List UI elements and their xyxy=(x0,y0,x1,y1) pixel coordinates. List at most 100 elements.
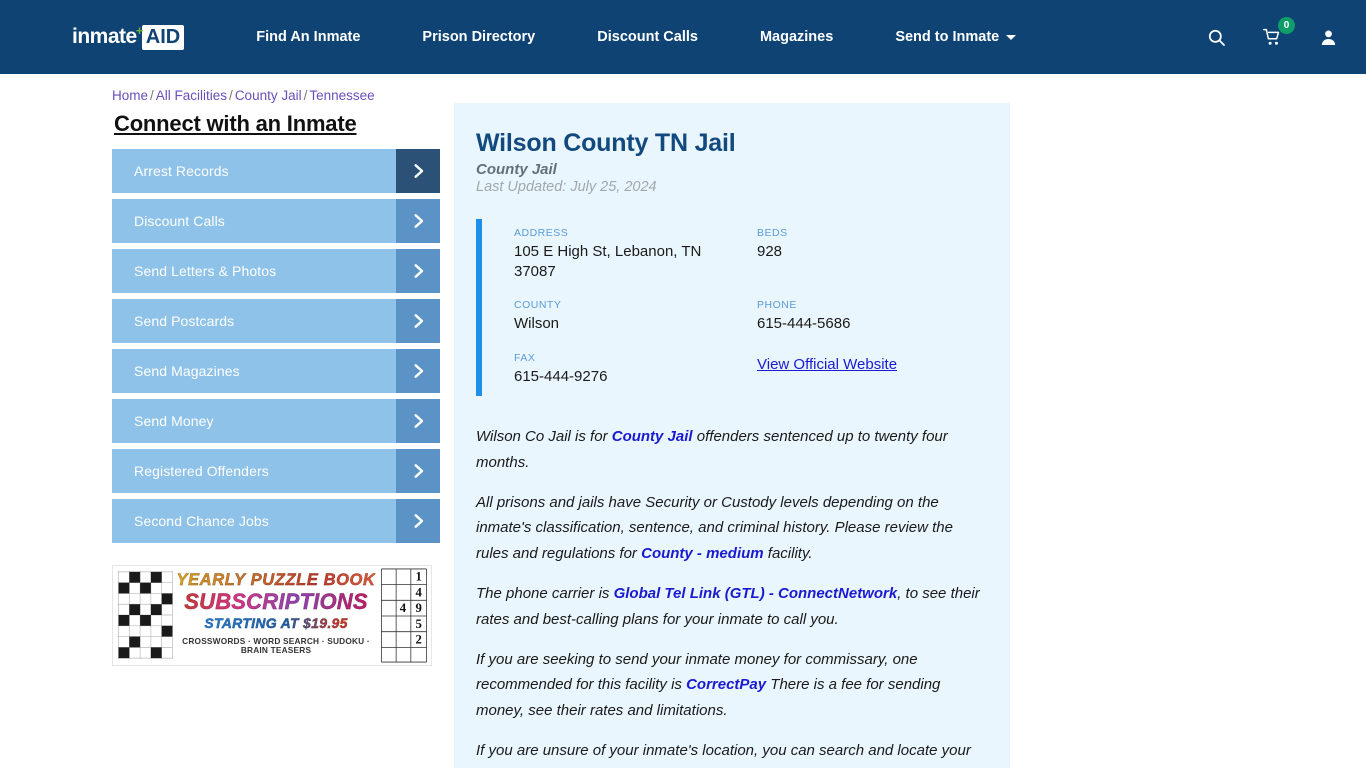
nav-item-send-to-inmate-label: Send to Inmate xyxy=(895,29,1000,45)
info-label: ADDRESS xyxy=(514,227,569,239)
page-title: Wilson County TN Jail xyxy=(476,129,736,157)
facility-info-block: ADDRESS 105 E High St, Lebanon, TN 37087… xyxy=(476,219,980,396)
facility-description: Wilson Co Jail is for County Jail offend… xyxy=(476,424,980,768)
p1-text-a: Wilson Co Jail is for xyxy=(476,428,612,445)
p4-highlight: CorrectPay xyxy=(686,676,767,694)
nav-item-discount-calls[interactable]: Discount Calls xyxy=(597,19,698,55)
breadcrumb-item-tennessee[interactable]: Tennessee xyxy=(309,88,374,103)
sidebar-item-label: Send Money xyxy=(134,413,214,429)
sidebar-item-label: Arrest Records xyxy=(134,163,229,179)
main-navigation: Find An Inmate Prison Directory Discount… xyxy=(256,19,1163,55)
ad-line-1: YEARLY PUZZLE BOOK xyxy=(176,571,376,589)
sidebar-item-send-magazines[interactable]: Send Magazines xyxy=(112,349,440,393)
sudoku-grid-graphic: 14 49 52 xyxy=(375,566,431,665)
description-paragraph-2: All prisons and jails have Security or C… xyxy=(476,490,980,567)
info-value: Wilson xyxy=(514,315,560,332)
info-label: FAX xyxy=(514,351,536,364)
description-paragraph-5: If you are unsure of your inmate's locat… xyxy=(476,738,980,768)
chevron-right-icon xyxy=(396,249,440,293)
svg-text:4: 4 xyxy=(400,601,407,615)
sidebar-item-label: Registered Offenders xyxy=(134,463,269,479)
content-layout: Connect with an Inmate Arrest Records Di… xyxy=(0,103,1366,768)
facility-detail-card: Wilson County TN Jail County Jail Last U… xyxy=(454,103,1010,768)
sidebar-item-label: Send Letters & Photos xyxy=(134,263,277,279)
p2-highlight: County - medium xyxy=(641,545,764,563)
ad-line-3: STARTING AT $19.95 xyxy=(175,616,377,631)
last-updated-text: Last Updated: July 25, 2024 xyxy=(476,179,657,195)
sidebar-item-send-money[interactable]: Send Money xyxy=(112,399,440,443)
sidebar: Connect with an Inmate Arrest Records Di… xyxy=(112,103,440,666)
p2-text-c: facility. xyxy=(763,545,813,563)
svg-text:5: 5 xyxy=(415,617,421,631)
nav-item-magazines[interactable]: Magazines xyxy=(760,19,833,55)
info-label: COUNTY xyxy=(514,299,562,311)
view-official-website-link[interactable]: View Official Website xyxy=(757,356,897,373)
sidebar-item-arrest-records[interactable]: Arrest Records xyxy=(112,149,440,193)
nav-item-prison-directory[interactable]: Prison Directory xyxy=(422,19,535,55)
chevron-right-icon xyxy=(396,349,440,393)
info-value: 105 E High St, Lebanon, TN 37087 xyxy=(514,243,702,280)
sidebar-item-send-letters-photos[interactable]: Send Letters & Photos xyxy=(112,249,440,293)
cart-icon[interactable]: 0 xyxy=(1262,16,1295,47)
chevron-right-icon xyxy=(396,199,440,243)
svg-text:4: 4 xyxy=(415,585,422,599)
info-label: BEDS xyxy=(757,227,788,239)
sidebar-title: Connect with an Inmate xyxy=(114,111,357,136)
breadcrumb: Home / All Facilities / County Jail / Tennesse… xyxy=(0,74,1366,103)
info-value: 928 xyxy=(757,243,783,260)
p3-text-a: The phone carrier is xyxy=(476,584,614,602)
description-paragraph-4: If you are seeking to send your inmate m… xyxy=(476,647,980,724)
site-logo[interactable]: inmate + AID xyxy=(72,22,185,50)
description-paragraph-3: The phone carrier is Global Tel Link (GT… xyxy=(476,581,980,633)
info-address: ADDRESS 105 E High St, Lebanon, TN 37087 xyxy=(514,227,737,281)
crossword-grid-graphic xyxy=(113,566,177,665)
sidebar-item-second-chance-jobs[interactable]: Second Chance Jobs xyxy=(112,499,440,543)
info-phone: PHONE 615-444-5686 xyxy=(757,299,980,334)
p3-highlight: Global Tel Link (GTL) - ConnectNetwork xyxy=(613,584,898,602)
info-beds: BEDS 928 xyxy=(757,227,980,281)
sidebar-item-discount-calls[interactable]: Discount Calls xyxy=(112,199,440,243)
info-official-website: View Official Website xyxy=(757,352,980,387)
site-header: inmate + AID Find An Inmate Prison Directo… xyxy=(0,0,1366,74)
chevron-right-icon xyxy=(396,149,440,193)
chevron-right-icon xyxy=(396,299,440,343)
svg-text:9: 9 xyxy=(415,601,421,615)
breadcrumb-item-all-facilities[interactable]: All Facilities xyxy=(156,88,227,103)
info-county: COUNTY Wilson xyxy=(514,299,737,334)
breadcrumb-item-home[interactable]: Home xyxy=(112,88,148,103)
breadcrumb-separator: / xyxy=(303,88,308,103)
sidebar-item-label: Send Postcards xyxy=(134,313,235,329)
ad-text-block: YEARLY PUZZLE BOOK SUBSCRIPTIONS STARTIN… xyxy=(175,571,377,655)
info-value: 615-444-5686 xyxy=(757,315,851,332)
svg-text:1: 1 xyxy=(415,570,421,584)
chevron-right-icon xyxy=(396,449,440,493)
header-icon-group: 0 xyxy=(1207,16,1338,47)
logo-aid: AID xyxy=(141,24,185,50)
page-body: Home / All Facilities / County Jail / Tennesse… xyxy=(0,74,1366,768)
nav-item-find-an-inmate[interactable]: Find An Inmate xyxy=(256,19,360,55)
logo-word: inmate xyxy=(72,25,137,48)
puzzle-book-ad-banner[interactable]: YEARLY PUZZLE BOOK SUBSCRIPTIONS STARTIN… xyxy=(112,565,432,666)
svg-text:2: 2 xyxy=(415,632,421,646)
user-icon[interactable] xyxy=(1319,28,1338,47)
breadcrumb-item-county-jail[interactable]: County Jail xyxy=(235,88,302,103)
sidebar-item-label: Send Magazines xyxy=(134,363,240,379)
description-paragraph-1: Wilson Co Jail is for County Jail offend… xyxy=(476,424,980,476)
cart-count-badge: 0 xyxy=(1278,16,1295,34)
info-value: 615-444-9276 xyxy=(514,367,608,385)
info-label: PHONE xyxy=(757,299,797,311)
sidebar-item-send-postcards[interactable]: Send Postcards xyxy=(112,299,440,343)
facility-type: County Jail xyxy=(476,161,557,178)
sidebar-item-registered-offenders[interactable]: Registered Offenders xyxy=(112,449,440,493)
p5-text-a: If you are unsure of your inmate's locat… xyxy=(476,741,971,768)
breadcrumb-separator: / xyxy=(150,88,154,103)
search-icon[interactable] xyxy=(1207,28,1226,47)
nav-item-send-to-inmate[interactable]: Send to Inmate xyxy=(895,19,1017,55)
chevron-right-icon xyxy=(396,399,440,443)
ad-line-2: SUBSCRIPTIONS xyxy=(175,590,377,614)
breadcrumb-separator: / xyxy=(229,88,233,103)
chevron-right-icon xyxy=(396,499,440,543)
p1-highlight: County Jail xyxy=(611,428,693,445)
logo-plus-icon: + xyxy=(135,22,144,38)
info-fax: FAX 615-444-9276 xyxy=(514,352,737,387)
